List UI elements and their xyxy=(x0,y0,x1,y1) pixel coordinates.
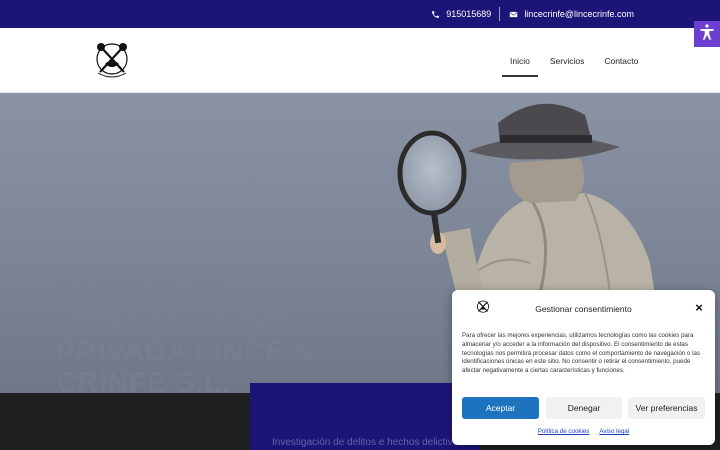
consent-title: Gestionar consentimiento xyxy=(535,304,632,314)
nav-item-servicios[interactable]: Servicios xyxy=(540,49,594,73)
nav-item-inicio[interactable]: Inicio xyxy=(500,49,540,77)
email-link[interactable]: lincecrinfe@lincecrinfe.com xyxy=(524,9,634,19)
main-nav: Inicio Servicios Contacto xyxy=(500,28,648,93)
nav-item-contacto[interactable]: Contacto xyxy=(594,49,648,73)
consent-links: Política de cookies Aviso legal xyxy=(452,428,715,435)
accept-button[interactable]: Aceptar xyxy=(462,397,539,419)
site-header: Inicio Servicios Contacto xyxy=(0,28,720,93)
close-icon[interactable]: × xyxy=(693,301,705,314)
deny-button[interactable]: Denegar xyxy=(546,397,622,419)
legal-notice-link[interactable]: Aviso legal xyxy=(599,428,629,435)
preferences-button[interactable]: Ver preferencias xyxy=(628,397,705,419)
cookie-consent-dialog: Gestionar consentimiento × Para ofrecer … xyxy=(452,290,715,445)
phone-icon xyxy=(430,9,440,19)
cookie-policy-link[interactable]: Política de cookies xyxy=(538,428,590,435)
hero-title: CENTRO DE INVESTIGACIÓN PRIVADA LINCE & … xyxy=(56,274,315,394)
consent-text: Para ofrecer las mejores experiencias, u… xyxy=(462,332,701,375)
site-logo[interactable] xyxy=(88,37,136,83)
contact-info: 915015689 lincecrinfe@lincecrinfe.com xyxy=(430,0,634,28)
contact-divider xyxy=(499,7,501,21)
top-contact-bar: 915015689 lincecrinfe@lincecrinfe.com xyxy=(0,0,720,28)
accessibility-icon xyxy=(698,23,716,46)
feature-subtitle: Investigación de delitos e hechos delict… xyxy=(272,437,464,448)
phone-link[interactable]: 915015689 xyxy=(446,9,491,19)
accessibility-button[interactable] xyxy=(694,21,720,47)
envelope-icon xyxy=(508,9,518,19)
